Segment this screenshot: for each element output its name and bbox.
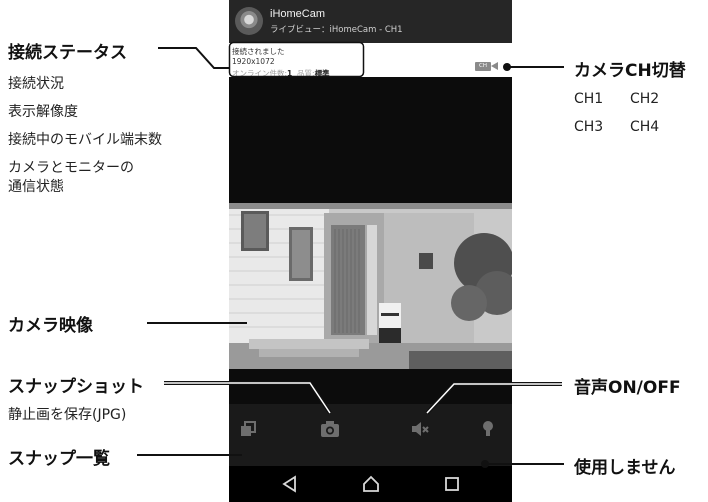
camera-ch-switch-icon[interactable]: CH [475,62,499,71]
app-title: iHomeCam [270,8,326,20]
app-header: iHomeCam ライブビュー：iHomeCam - CH1 [229,0,512,43]
android-nav-bar [229,466,512,502]
annotation-connection-item-1: 接続状況 [8,76,64,92]
annotation-unused-title: 使用しません [574,458,676,478]
online-count: 1 [287,69,293,78]
connection-status-panel: 接続されました 1920x1072 オンライン件数:1 品質:標準 [229,43,512,79]
camera-video [229,203,512,369]
annotation-connection-item-3: 接続中のモバイル端末数 [8,132,162,148]
annotation-audio-title: 音声ON/OFF [574,378,681,398]
quality-value: 標準 [314,69,330,78]
bulb-icon[interactable] [477,418,499,440]
annotation-connection-item-2: 表示解像度 [8,104,78,120]
annotation-snapshot-list-title: スナップ一覧 [8,449,110,469]
back-triangle-icon[interactable] [280,474,300,494]
annotation-connection-item-5: 通信状態 [8,179,64,195]
speaker-mute-icon[interactable] [409,418,431,440]
annotation-ch4: CH4 [630,119,660,135]
recent-apps-icon[interactable] [442,474,462,494]
app-subtitle: ライブビュー：iHomeCam - CH1 [270,25,403,35]
annotation-camera-view-title: カメラ映像 [8,316,93,336]
phone-screen: iHomeCam ライブビュー：iHomeCam - CH1 接続されました 1… [229,0,512,502]
annotation-connection-item-4: カメラとモニターの [8,160,134,176]
online-quality-text: オンライン件数:1 品質:標準 [232,68,330,79]
annotation-ch2: CH2 [630,91,660,107]
bottom-toolbar [229,404,512,466]
ch-icon-label: CH [475,62,491,71]
quality-label: 品質: [297,69,315,78]
connection-status-text: 接続されました [232,47,285,56]
gallery-icon[interactable] [239,418,261,440]
annotation-ch1: CH1 [574,91,604,107]
app-logo-icon [235,7,263,35]
annotation-ch3: CH3 [574,119,604,135]
annotation-snapshot-desc: 静止画を保存(JPG) [8,407,127,423]
resolution-text: 1920x1072 [232,57,275,66]
annotation-connection-status-title: 接続ステータス [8,43,127,63]
annotation-snapshot-title: スナップショット [8,377,144,397]
online-label: オンライン件数: [232,69,288,78]
camera-icon[interactable] [319,418,341,440]
home-icon[interactable] [361,474,381,494]
annotation-camera-ch-title: カメラCH切替 [574,61,686,81]
